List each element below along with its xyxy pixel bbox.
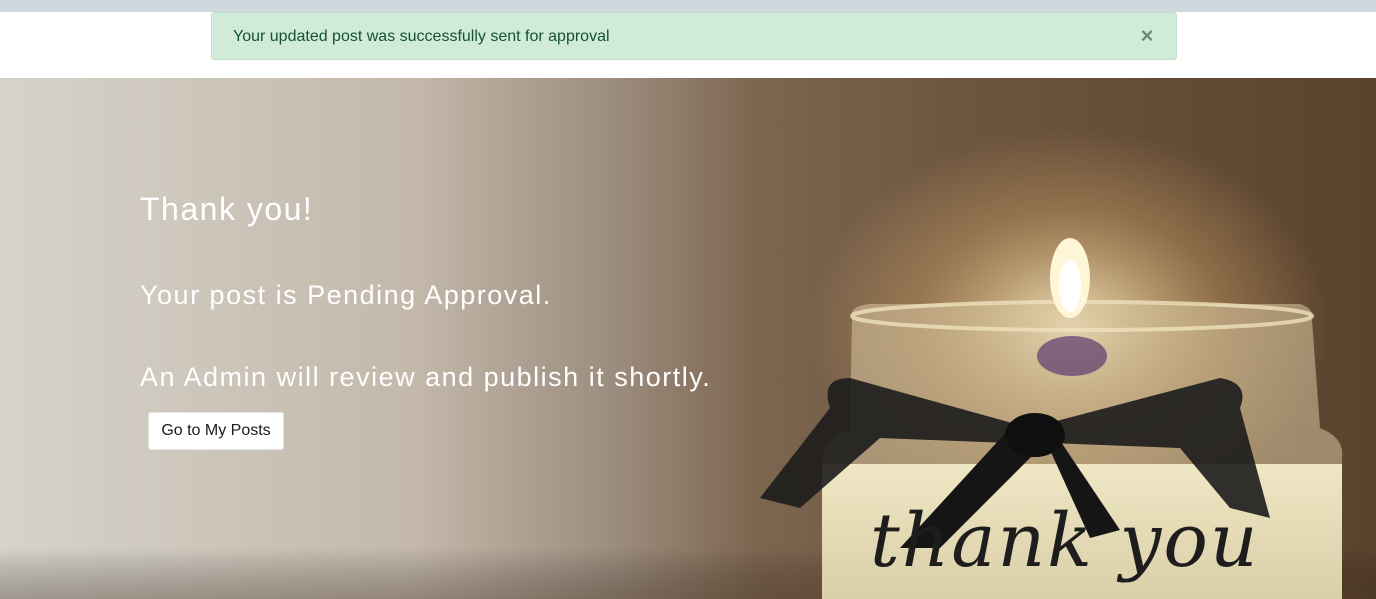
alert-message: Your updated post was successfully sent … [233,28,610,45]
top-strip [0,0,1376,12]
close-icon[interactable]: × [1136,24,1158,48]
pending-approval-text: Your post is Pending Approval. [140,280,552,310]
admin-review-text: An Admin will review and publish it shor… [140,362,712,392]
hero-banner: Thank you! Your post is Pending Approval… [0,78,1376,599]
success-alert: Your updated post was successfully sent … [211,12,1177,60]
thank-you-heading: Thank you! [140,191,314,227]
go-to-my-posts-button[interactable]: Go to My Posts [148,412,284,450]
jar-inscription: thank you [870,498,1260,584]
